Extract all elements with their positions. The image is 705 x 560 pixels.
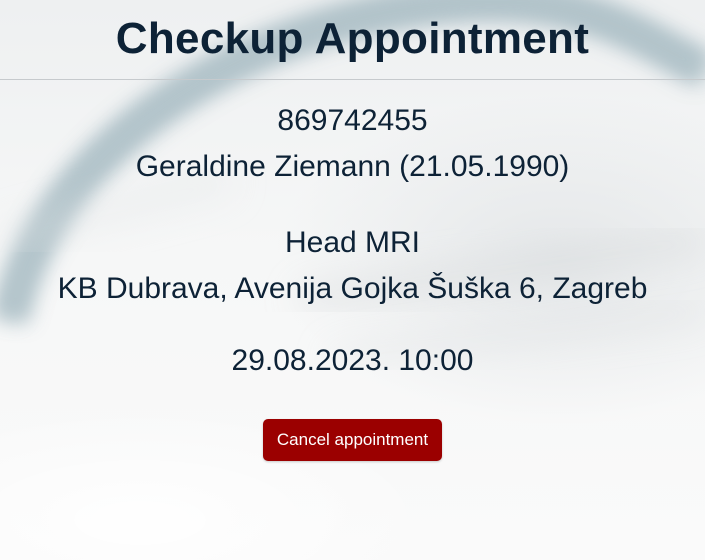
cancel-appointment-button[interactable]: Cancel appointment [262, 419, 443, 461]
appointment-time: 29.08.2023. 10:00 [0, 312, 705, 384]
actions: Cancel appointment [0, 384, 705, 461]
page-header: Checkup Appointment [0, 0, 705, 80]
appointment-datetime: 29.08.2023. 10:00 [231, 344, 474, 377]
exam-info: Head MRI KB Dubrava, Avenija Gojka Šuška… [0, 190, 705, 312]
page-title: Checkup Appointment [115, 13, 590, 63]
patient-id: 869742455 [277, 104, 428, 137]
exam-type: Head MRI [284, 226, 421, 259]
patient-info: 869742455 Geraldine Ziemann (21.05.1990) [0, 80, 705, 190]
patient-name-dob: Geraldine Ziemann (21.05.1990) [135, 150, 570, 183]
appointment-details: 869742455 Geraldine Ziemann (21.05.1990)… [0, 80, 705, 461]
exam-location: KB Dubrava, Avenija Gojka Šuška 6, Zagre… [57, 272, 648, 305]
